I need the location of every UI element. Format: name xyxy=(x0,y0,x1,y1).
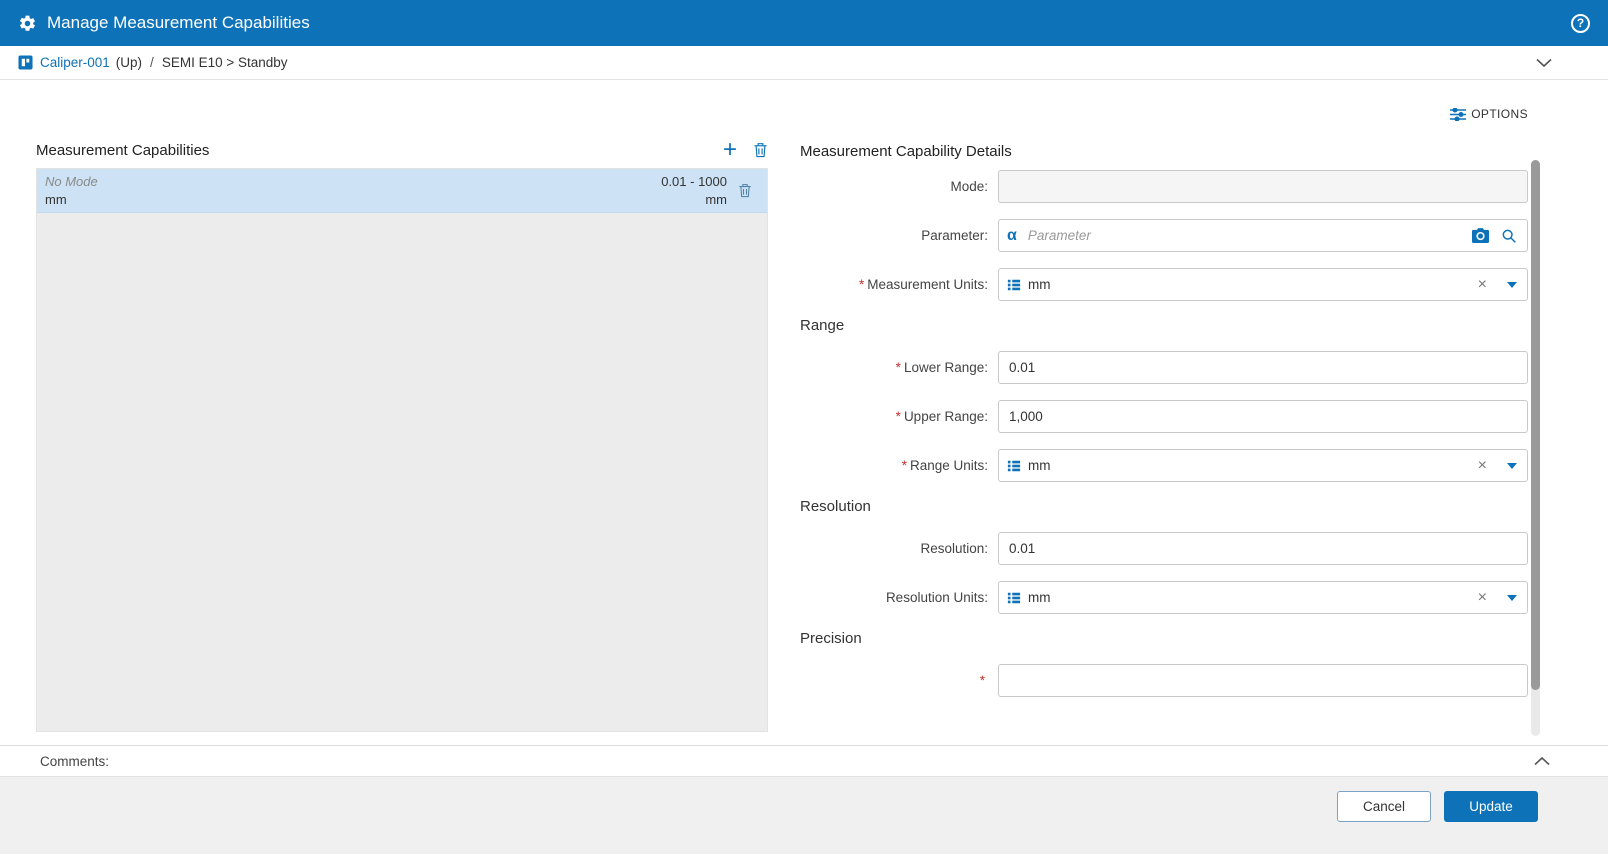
page-title: Manage Measurement Capabilities xyxy=(47,13,310,32)
required-marker: * xyxy=(895,360,901,375)
measurement-units-row: * Measurement Units: mm × xyxy=(800,268,1528,301)
options-button[interactable]: OPTIONS xyxy=(1450,107,1528,121)
breadcrumb-separator: / xyxy=(150,55,154,70)
item-mode: No Mode xyxy=(45,174,98,189)
details-panel-title: Measurement Capability Details xyxy=(800,143,1012,160)
measurement-units-label: * Measurement Units: xyxy=(858,277,988,292)
list-item[interactable]: No Mode 0.01 - 1000 mm mm xyxy=(37,169,767,213)
required-marker: * xyxy=(858,277,865,292)
app-header: Manage Measurement Capabilities ? xyxy=(0,0,1608,46)
measurement-units-value: mm xyxy=(1028,277,1051,292)
vertical-scrollbar-track[interactable] xyxy=(1531,160,1540,736)
resolution-input[interactable] xyxy=(998,532,1528,565)
parameter-field: α xyxy=(998,219,1528,252)
item-range-units: mm xyxy=(705,192,727,207)
upper-range-label: * Upper Range: xyxy=(895,409,988,424)
list-icon xyxy=(1007,591,1021,605)
chevron-up-icon[interactable] xyxy=(1534,756,1550,766)
item-range: 0.01 - 1000 xyxy=(661,174,727,189)
resolution-row: Resolution: xyxy=(800,532,1528,565)
gear-icon xyxy=(18,14,37,33)
dropdown-caret-icon[interactable] xyxy=(1507,462,1517,469)
trash-icon xyxy=(739,184,751,198)
help-icon[interactable]: ? xyxy=(1571,13,1590,33)
precision-partial-input[interactable] xyxy=(998,664,1528,697)
item-measurement-units: mm xyxy=(45,192,67,207)
lower-range-input[interactable] xyxy=(998,351,1528,384)
range-units-value: mm xyxy=(1028,458,1051,473)
trash-icon xyxy=(753,142,768,158)
alpha-icon: α xyxy=(1007,226,1017,244)
plus-icon: + xyxy=(722,136,737,163)
resolution-label: Resolution: xyxy=(920,541,988,556)
add-capability-button[interactable]: + xyxy=(722,136,737,163)
breadcrumb-device-link[interactable]: Caliper-001 xyxy=(40,55,110,70)
equipment-icon xyxy=(18,55,33,70)
delete-capability-button[interactable] xyxy=(753,142,768,158)
mode-input xyxy=(998,170,1528,203)
measurement-units-select[interactable]: mm × xyxy=(998,268,1528,301)
parameter-input[interactable] xyxy=(1025,219,1460,252)
clear-icon[interactable]: × xyxy=(1478,457,1487,474)
capabilities-panel-title: Measurement Capabilities xyxy=(36,141,210,159)
main-content: OPTIONS Measurement Capabilities + No Mo… xyxy=(0,81,1608,745)
breadcrumb-up-link[interactable]: (Up) xyxy=(116,55,142,70)
capabilities-panel: Measurement Capabilities + No Mode 0.01 … xyxy=(36,136,768,732)
breadcrumb: Caliper-001 (Up) / SEMI E10 > Standby xyxy=(0,46,1608,80)
delete-row-button[interactable] xyxy=(727,174,763,207)
precision-partial-label: * xyxy=(800,673,998,688)
upper-range-row: * Upper Range: xyxy=(800,400,1528,433)
precision-section-heading: Precision xyxy=(800,630,862,647)
range-units-label: * Range Units: xyxy=(901,458,988,473)
resolution-section-heading: Resolution xyxy=(800,498,871,515)
resolution-units-select[interactable]: mm × xyxy=(998,581,1528,614)
required-marker: * xyxy=(895,409,901,424)
options-icon xyxy=(1450,107,1467,121)
range-units-row: * Range Units: mm × xyxy=(800,449,1528,482)
comments-section: Comments: xyxy=(0,745,1608,776)
app-window: Manage Measurement Capabilities ? Calipe… xyxy=(0,0,1608,854)
capabilities-panel-header: Measurement Capabilities + xyxy=(36,136,768,163)
resolution-units-row: Resolution Units: mm × xyxy=(800,581,1528,614)
list-item-content: No Mode 0.01 - 1000 mm mm xyxy=(45,174,727,207)
mode-label: Mode: xyxy=(950,179,988,194)
update-button[interactable]: Update xyxy=(1444,791,1538,822)
dropdown-caret-icon[interactable] xyxy=(1507,594,1517,601)
capture-button[interactable] xyxy=(1472,228,1489,243)
clear-icon[interactable]: × xyxy=(1478,589,1487,606)
list-icon xyxy=(1007,278,1021,292)
details-panel: Measurement Capability Details Mode: Par… xyxy=(800,143,1528,718)
range-section-heading: Range xyxy=(800,317,845,334)
vertical-scrollbar-thumb[interactable] xyxy=(1531,160,1540,690)
range-units-select[interactable]: mm × xyxy=(998,449,1528,482)
dropdown-caret-icon[interactable] xyxy=(1507,281,1517,288)
resolution-units-label: Resolution Units: xyxy=(885,590,988,605)
parameter-label: Parameter: xyxy=(921,228,988,243)
capability-list: No Mode 0.01 - 1000 mm mm xyxy=(36,168,768,732)
cancel-button[interactable]: Cancel xyxy=(1337,791,1431,822)
camera-icon xyxy=(1472,228,1489,243)
lower-range-row: * Lower Range: xyxy=(800,351,1528,384)
search-button[interactable] xyxy=(1501,228,1517,244)
comments-label: Comments: xyxy=(40,753,110,769)
options-label: OPTIONS xyxy=(1471,107,1528,121)
breadcrumb-path: SEMI E10 > Standby xyxy=(161,55,288,70)
precision-row-partial: * xyxy=(800,664,1528,697)
mode-row: Mode: xyxy=(800,170,1528,203)
parameter-row: Parameter: α xyxy=(800,219,1528,252)
required-marker: * xyxy=(979,673,985,688)
footer-bar: Cancel Update xyxy=(0,776,1608,854)
clear-icon[interactable]: × xyxy=(1478,276,1487,293)
search-icon xyxy=(1502,229,1516,243)
chevron-down-icon[interactable] xyxy=(1536,58,1552,68)
required-marker: * xyxy=(901,458,907,473)
upper-range-input[interactable] xyxy=(998,400,1528,433)
resolution-units-value: mm xyxy=(1028,590,1051,605)
list-icon xyxy=(1007,459,1021,473)
lower-range-label: * Lower Range: xyxy=(895,360,988,375)
